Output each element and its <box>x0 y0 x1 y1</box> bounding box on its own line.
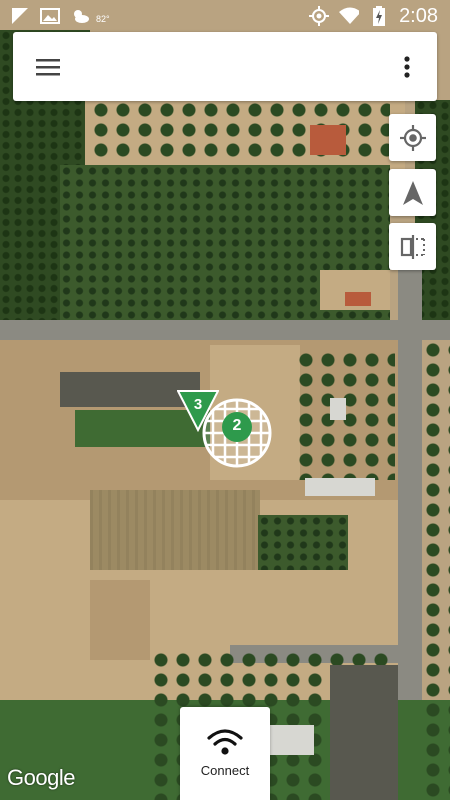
map-road-horizontal <box>0 320 450 340</box>
temperature-text: 82° <box>96 14 110 24</box>
menu-button[interactable] <box>24 43 72 91</box>
battery-charging-icon <box>369 6 389 26</box>
map-crop-rows <box>258 515 348 570</box>
flip-compare-icon <box>400 234 425 259</box>
map-building-right <box>345 292 371 306</box>
navigation-arrow-icon <box>402 180 423 205</box>
overflow-menu-button[interactable] <box>387 43 427 91</box>
top-app-bar <box>13 32 437 101</box>
compare-button[interactable] <box>389 223 436 270</box>
waypoint-marker-2[interactable]: 2 <box>201 397 273 469</box>
notification-triangle-icon <box>10 6 30 26</box>
status-bar: 82° 2:08 <box>0 0 450 32</box>
connect-button[interactable]: Connect <box>180 707 270 800</box>
google-attribution-logo: Google <box>7 765 75 790</box>
map-field-lower <box>90 490 260 570</box>
map-building-long <box>305 478 375 496</box>
map-parking-lower <box>330 665 398 800</box>
gps-icon <box>309 6 330 26</box>
map-trees-right <box>422 340 450 800</box>
map-building-top <box>310 125 346 155</box>
waypoint-marker-2-label: 2 <box>232 417 242 434</box>
wifi-signal-icon <box>339 6 360 26</box>
navigation-button[interactable] <box>389 169 436 216</box>
wifi-icon <box>207 729 243 755</box>
connect-label: Connect <box>200 763 250 778</box>
image-notification-icon <box>40 6 60 26</box>
more-vert-icon <box>404 55 410 78</box>
map-building-lower <box>270 725 314 755</box>
clock-time: 2:08 <box>399 4 438 27</box>
map-building-center <box>330 398 346 420</box>
weather-icon <box>70 6 90 26</box>
my-location-button[interactable] <box>389 114 436 161</box>
hamburger-menu-icon <box>36 58 60 75</box>
gps-fixed-icon <box>399 124 426 151</box>
map-plots <box>90 580 150 660</box>
